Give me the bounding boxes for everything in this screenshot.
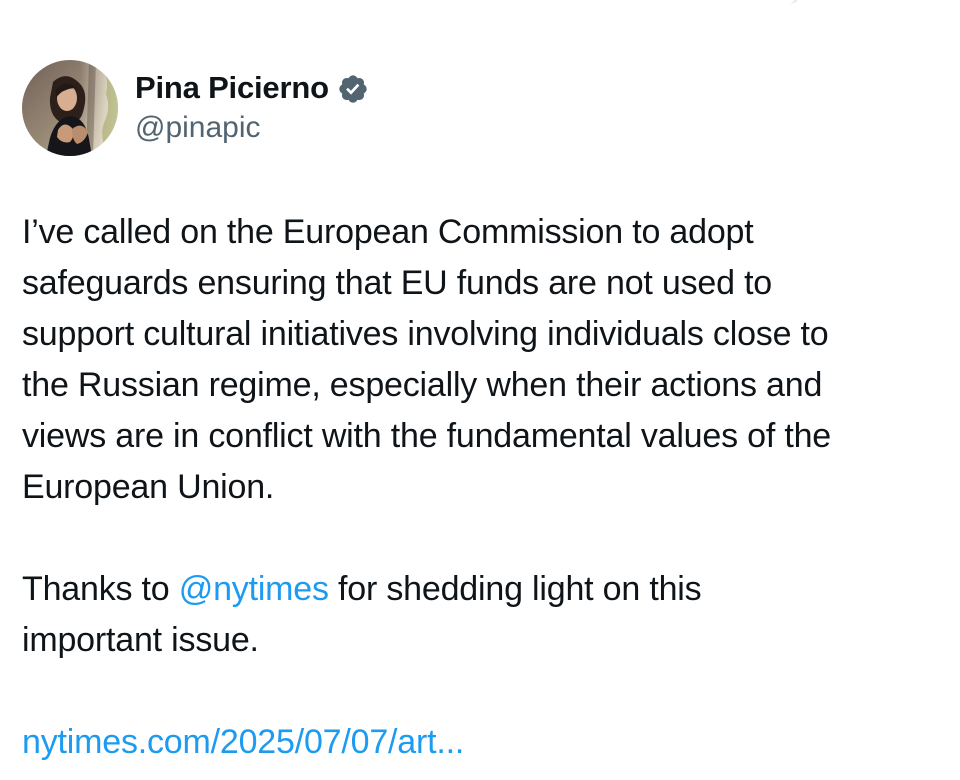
- name-row: Pina Picierno: [135, 68, 369, 108]
- user-handle[interactable]: @pinapic: [135, 111, 369, 145]
- tweet-text-line: I’ve called on the European Commission t…: [22, 213, 754, 251]
- tweet-text-line: Thanks to @nytimes for shedding light on…: [22, 564, 942, 615]
- partial-ui-fragment: [784, 0, 800, 6]
- article-link[interactable]: nytimes.com/2025/07/07/art...: [22, 717, 942, 768]
- author-identity: Pina Picierno @pinapic: [135, 68, 369, 145]
- tweet-text-line: safeguards ensuring that EU funds are no…: [22, 264, 773, 302]
- tweet-text: I’ve called on the European Commission t…: [22, 207, 942, 768]
- avatar-photo-icon: [22, 60, 118, 156]
- tweet-text-line: the Russian regime, especially when thei…: [22, 366, 823, 404]
- tweet-text-fragment: for shedding light on this: [328, 570, 702, 608]
- tweet-text-line: support cultural initiatives involving i…: [22, 315, 829, 353]
- tweet-text-fragment: Thanks to: [22, 570, 179, 608]
- mention-link[interactable]: @nytimes: [179, 570, 329, 608]
- tweet-text-line: European Union.: [22, 468, 275, 506]
- tweet-text-line: important issue.: [22, 621, 259, 659]
- tweet-header: Pina Picierno @pinapic: [22, 60, 369, 156]
- display-name[interactable]: Pina Picierno: [135, 70, 329, 106]
- avatar[interactable]: [22, 60, 118, 156]
- tweet-card: Pina Picierno @pinapic I’ve called on th…: [0, 0, 960, 780]
- verified-badge-icon: [337, 73, 369, 105]
- tweet-text-line: views are in conflict with the fundament…: [22, 417, 832, 455]
